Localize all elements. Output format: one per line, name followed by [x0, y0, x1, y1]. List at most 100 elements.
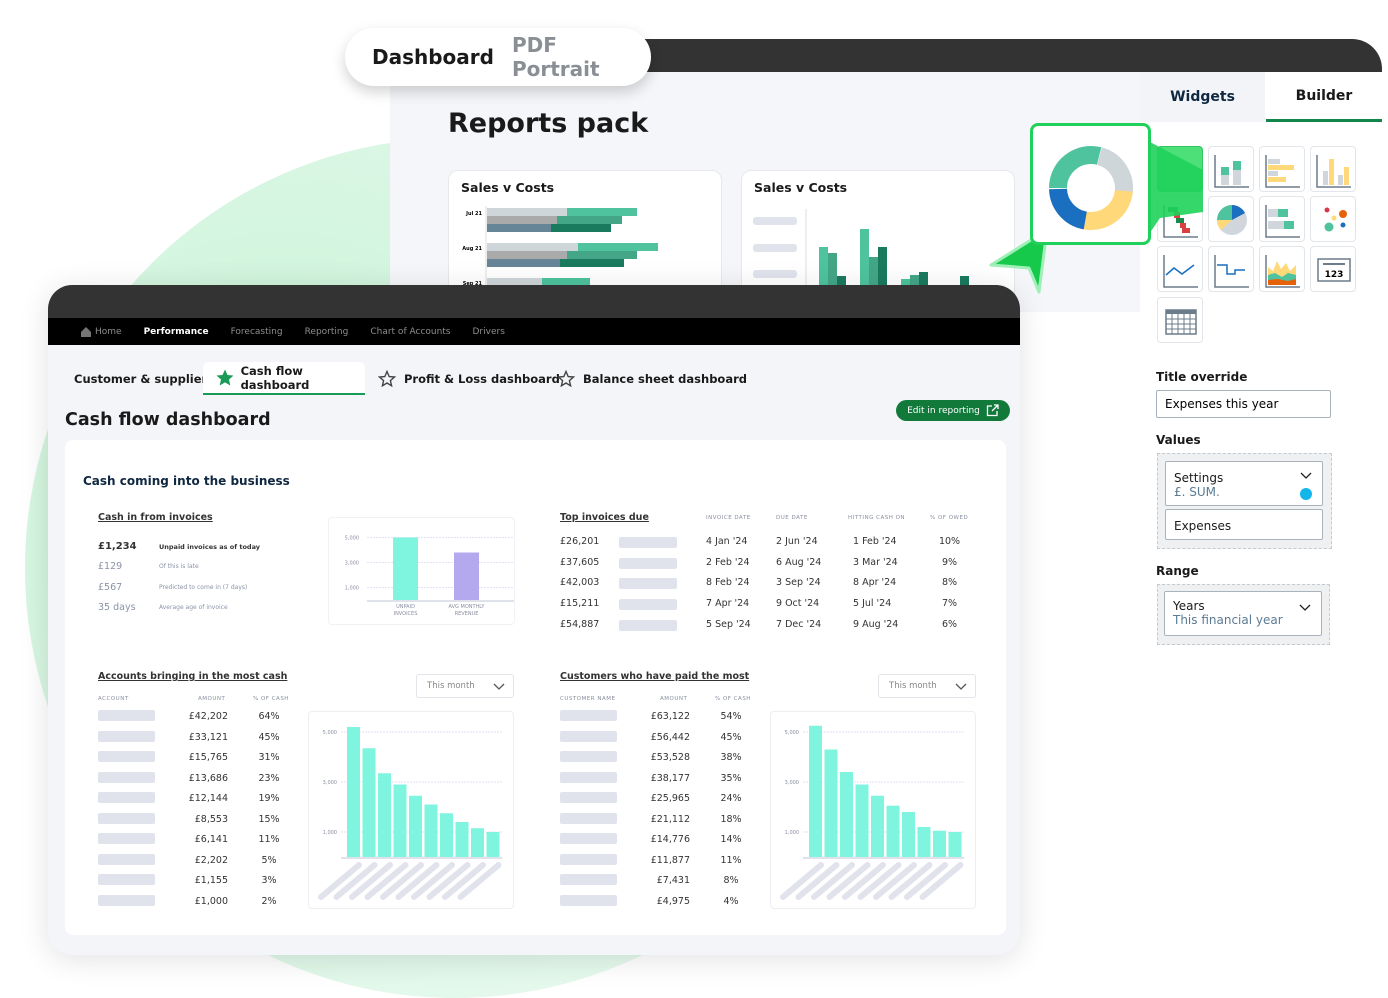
amount: £4,975 — [656, 895, 690, 907]
chevron-down-icon — [1300, 472, 1312, 479]
settings-dropdown[interactable]: Settings £. SUM. — [1165, 461, 1323, 506]
percent-of-cash: 15% — [258, 813, 280, 825]
name-placeholder — [560, 730, 617, 742]
accounts-period-dropdown[interactable]: This month — [416, 674, 514, 698]
y-tick-label: 5,000 — [323, 730, 337, 736]
tab-widgets[interactable]: Widgets — [1140, 72, 1265, 122]
nav-forecasting[interactable]: Forecasting — [231, 327, 283, 337]
pie-chart-icon[interactable] — [1208, 196, 1254, 242]
hitting-cash-on: 9 Aug '24 — [853, 618, 899, 630]
chevron-down-icon — [955, 683, 967, 690]
nav-reporting[interactable]: Reporting — [305, 327, 349, 337]
bar — [917, 827, 931, 857]
scatter-icon[interactable] — [1310, 196, 1356, 242]
customers-title[interactable]: Customers who have paid the most — [560, 671, 749, 682]
amount: £1,000 — [194, 895, 228, 907]
amount: £7,431 — [656, 875, 690, 886]
chevron-down-icon — [1299, 604, 1311, 611]
y-tick-label: 3,000 — [785, 780, 799, 786]
svg-text:123: 123 — [1325, 270, 1344, 280]
amount: £33,121 — [188, 731, 228, 743]
dropdown-value: This month — [427, 681, 475, 691]
tab-customer-suppliers[interactable]: Customer & suppliers — [74, 362, 214, 395]
invoice-date: 4 Jan '24 — [706, 536, 748, 547]
settings-label: Settings — [1174, 471, 1224, 485]
invoice-amount: £54,887 — [560, 618, 600, 630]
nav-home[interactable]: Home — [81, 326, 122, 337]
tab-dashboard[interactable]: Dashboard — [372, 45, 494, 69]
range-dropdown[interactable]: Years This financial year — [1164, 591, 1322, 636]
name-placeholder — [98, 874, 155, 885]
report-type-tabs: Dashboard PDF Portrait — [345, 28, 651, 86]
amount: £12,144 — [188, 793, 228, 804]
hitting-cash-on: 1 Feb '24 — [853, 536, 897, 547]
amount: £53,528 — [650, 752, 690, 763]
selected-donut-widget[interactable] — [1030, 123, 1151, 245]
nav-chart-of-accounts[interactable]: Chart of Accounts — [370, 327, 450, 337]
step-chart-icon[interactable] — [1208, 246, 1254, 292]
expenses-value-item[interactable]: Expenses — [1165, 509, 1323, 540]
star-outline-icon — [378, 370, 396, 387]
table-icon[interactable] — [1157, 297, 1203, 343]
horizontal-bar-icon[interactable] — [1259, 146, 1305, 192]
title-override-input[interactable] — [1156, 390, 1331, 418]
amount: £38,177 — [650, 772, 690, 784]
y-tick-label: 5,000 — [345, 536, 359, 542]
amount: £11,877 — [650, 854, 690, 866]
percent-of-cash: 38% — [720, 752, 742, 763]
percent-of-cash: 8% — [723, 875, 739, 886]
name-placeholder — [98, 710, 155, 721]
customers-chart: 1,000 3,000 5,000 — [770, 711, 976, 909]
amount: £13,686 — [188, 772, 228, 784]
home-icon — [81, 326, 91, 337]
bar — [409, 795, 422, 857]
percent-of-cash: 24% — [720, 793, 742, 804]
amount: £63,122 — [650, 711, 690, 722]
range-value: This financial year — [1173, 613, 1283, 627]
horizontal-stacked-icon[interactable] — [1259, 196, 1305, 242]
percent-of-cash: 4% — [723, 895, 739, 907]
invoice-date: 2 Feb '24 — [706, 556, 750, 568]
invoice-date: 7 Apr '24 — [706, 598, 750, 610]
percent-of-cash: 3% — [261, 875, 277, 886]
top-invoices-title[interactable]: Top invoices due — [560, 512, 649, 523]
bar — [424, 804, 438, 857]
tab-profit-loss-dashboard[interactable]: Profit & Loss dashboard — [378, 362, 560, 395]
name-placeholder — [560, 812, 617, 824]
percent-of-cash: 54% — [720, 711, 742, 722]
number-tile-icon[interactable]: 123 — [1310, 246, 1356, 292]
amount: £2,202 — [194, 854, 228, 866]
tab-builder[interactable]: Builder — [1266, 72, 1382, 122]
amount: £25,965 — [650, 793, 690, 804]
column-header: DUE DATE — [776, 515, 808, 521]
chevron-down-icon — [493, 683, 505, 690]
tab-balance-sheet-dashboard[interactable]: Balance sheet dashboard — [557, 362, 747, 395]
amount: £6,141 — [194, 834, 228, 845]
x-category-label: AVG MONTHLY — [449, 604, 486, 610]
bar — [809, 725, 822, 857]
edit-in-reporting-button[interactable]: Edit in reporting — [896, 400, 1010, 421]
invoice-date: 5 Sep '24 — [706, 618, 751, 630]
nav-performance[interactable]: Performance — [144, 327, 209, 337]
column-header: CUSTOMER NAME — [560, 696, 616, 702]
tab-label: Customer & suppliers — [74, 371, 215, 386]
tab-cash-flow-dashboard[interactable]: Cash flow dashboard — [203, 362, 365, 395]
cash-in-title[interactable]: Cash in from invoices — [98, 512, 213, 523]
accounts-title[interactable]: Accounts bringing in the most cash — [98, 671, 287, 682]
stacked-bar-icon[interactable] — [1208, 146, 1254, 192]
due-date: 7 Dec '24 — [776, 618, 822, 630]
tab-pdf-portrait[interactable]: PDF Portrait — [512, 33, 651, 81]
column-header: % OF CASH — [715, 696, 751, 702]
bar — [486, 832, 500, 857]
area-chart-icon[interactable] — [1259, 246, 1305, 292]
top-nav: Home Performance Forecasting Reporting C… — [48, 318, 1020, 345]
column-header: AMOUNT — [660, 696, 688, 702]
customers-period-dropdown[interactable]: This month — [878, 674, 976, 698]
y-tick-label: 3,000 — [323, 780, 337, 786]
star-filled-icon — [216, 369, 233, 386]
bar — [393, 537, 418, 600]
nav-drivers[interactable]: Drivers — [473, 327, 505, 337]
amount: £15,765 — [188, 752, 228, 763]
column-header: AMOUNT — [198, 696, 226, 702]
grouped-bar-icon[interactable] — [1310, 146, 1356, 192]
